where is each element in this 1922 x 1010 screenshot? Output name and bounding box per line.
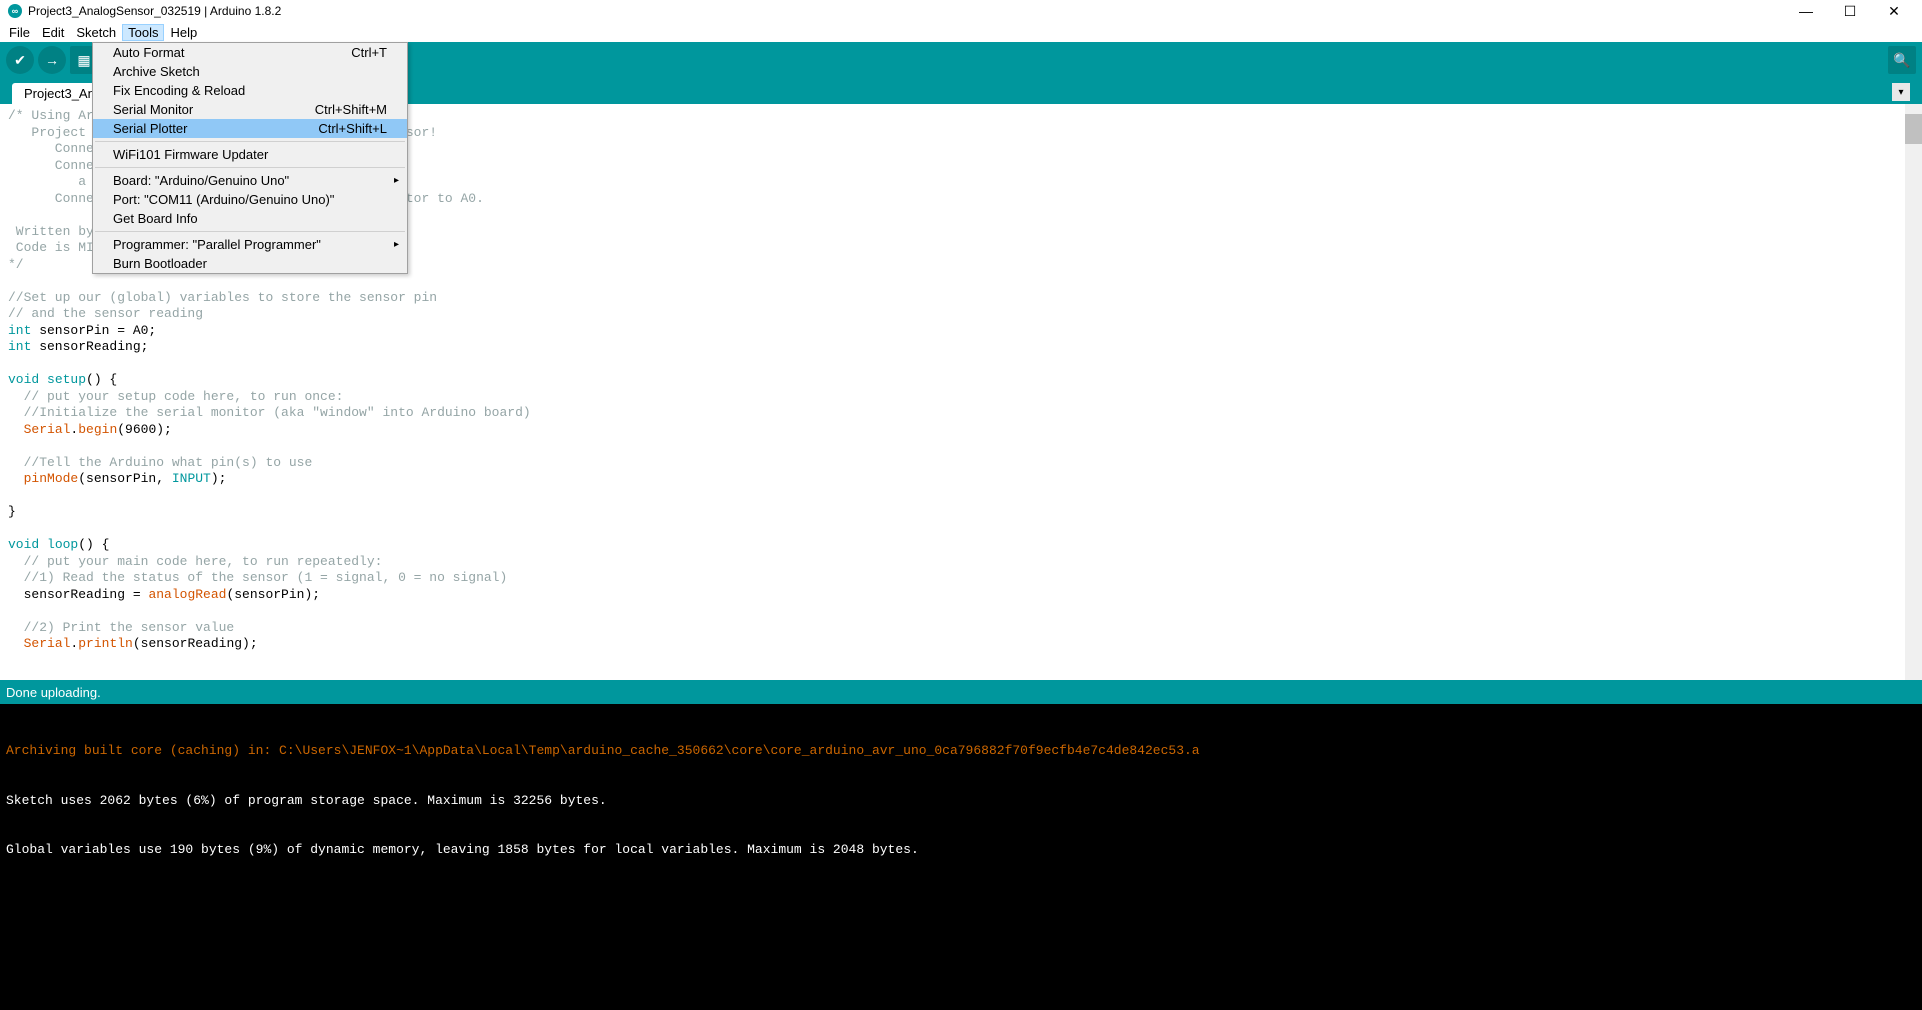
menu-item-shortcut: Ctrl+Shift+M [315, 102, 387, 117]
code-line [8, 356, 1914, 373]
editor-scrollbar[interactable] [1905, 104, 1922, 680]
menu-tools[interactable]: Tools [122, 24, 164, 41]
menu-item-shortcut: Ctrl+T [351, 45, 387, 60]
minimize-button[interactable]: — [1796, 1, 1816, 21]
menu-item-board-arduino-genuino-uno[interactable]: Board: "Arduino/Genuino Uno" ▸ [93, 171, 407, 190]
menu-item-auto-format[interactable]: Auto FormatCtrl+T [93, 43, 407, 62]
titlebar: ∞ Project3_AnalogSensor_032519 | Arduino… [0, 0, 1922, 22]
menu-item-label: Get Board Info [113, 211, 387, 226]
editor-scrollthumb[interactable] [1905, 114, 1922, 144]
menu-sketch[interactable]: Sketch [70, 24, 122, 41]
code-line: Serial.begin(9600); [8, 422, 1914, 439]
code-line: //Tell the Arduino what pin(s) to use [8, 455, 1914, 472]
statusbar: Done uploading. [0, 680, 1922, 704]
menu-edit[interactable]: Edit [36, 24, 70, 41]
code-line [8, 273, 1914, 290]
submenu-arrow-icon: ▸ [394, 239, 399, 250]
menu-item-label: WiFi101 Firmware Updater [113, 147, 387, 162]
menu-item-archive-sketch[interactable]: Archive Sketch [93, 62, 407, 81]
code-line: sensorReading = analogRead(sensorPin); [8, 587, 1914, 604]
menu-help[interactable]: Help [164, 24, 203, 41]
code-line: int sensorPin = A0; [8, 323, 1914, 340]
console-line: Archiving built core (caching) in: C:\Us… [6, 743, 1916, 760]
window-controls: — ☐ ✕ [1796, 1, 1914, 21]
menu-separator [95, 167, 405, 168]
menu-item-label: Burn Bootloader [113, 256, 387, 271]
console-line: Sketch uses 2062 bytes (6%) of program s… [6, 793, 1916, 810]
menu-item-label: Serial Monitor [113, 102, 315, 117]
code-line: //1) Read the status of the sensor (1 = … [8, 570, 1914, 587]
code-line: void setup() { [8, 372, 1914, 389]
menubar: File Edit Sketch Tools Help [0, 22, 1922, 42]
menu-item-shortcut: Ctrl+Shift+L [318, 121, 387, 136]
code-line [8, 488, 1914, 505]
code-line: // and the sensor reading [8, 306, 1914, 323]
menu-item-get-board-info[interactable]: Get Board Info [93, 209, 407, 228]
console-line: Global variables use 190 bytes (9%) of d… [6, 842, 1916, 859]
menu-item-label: Archive Sketch [113, 64, 387, 79]
menu-item-label: Programmer: "Parallel Programmer" [113, 237, 387, 252]
upload-button[interactable]: → [38, 46, 66, 74]
menu-item-label: Fix Encoding & Reload [113, 83, 387, 98]
code-line: Serial.println(sensorReading); [8, 636, 1914, 653]
code-line: //Initialize the serial monitor (aka "wi… [8, 405, 1914, 422]
menu-separator [95, 231, 405, 232]
code-line: pinMode(sensorPin, INPUT); [8, 471, 1914, 488]
verify-button[interactable]: ✔ [6, 46, 34, 74]
close-button[interactable]: ✕ [1884, 1, 1904, 21]
console[interactable]: Archiving built core (caching) in: C:\Us… [0, 704, 1922, 1010]
status-text: Done uploading. [6, 685, 101, 700]
code-line [8, 521, 1914, 538]
code-line [8, 438, 1914, 455]
code-line: // put your main code here, to run repea… [8, 554, 1914, 571]
menu-item-fix-encoding-reload[interactable]: Fix Encoding & Reload [93, 81, 407, 100]
tab-menu-button[interactable]: ▾ [1892, 83, 1910, 101]
serial-monitor-button[interactable]: 🔍 [1888, 46, 1916, 74]
maximize-button[interactable]: ☐ [1840, 1, 1860, 21]
menu-item-port-com11-arduino-genuino-uno[interactable]: Port: "COM11 (Arduino/Genuino Uno)" [93, 190, 407, 209]
app-icon: ∞ [8, 4, 22, 18]
menu-item-wifi101-firmware-updater[interactable]: WiFi101 Firmware Updater [93, 145, 407, 164]
tools-menu-dropdown: Auto FormatCtrl+T Archive Sketch Fix Encod… [92, 42, 408, 274]
window-title: Project3_AnalogSensor_032519 | Arduino 1… [28, 4, 1796, 18]
code-line: } [8, 504, 1914, 521]
menu-file[interactable]: File [3, 24, 36, 41]
menu-item-burn-bootloader[interactable]: Burn Bootloader [93, 254, 407, 273]
menu-item-label: Auto Format [113, 45, 351, 60]
menu-item-serial-plotter[interactable]: Serial PlotterCtrl+Shift+L [93, 119, 407, 138]
code-line [8, 603, 1914, 620]
code-line: //2) Print the sensor value [8, 620, 1914, 637]
submenu-arrow-icon: ▸ [394, 175, 399, 186]
menu-item-serial-monitor[interactable]: Serial MonitorCtrl+Shift+M [93, 100, 407, 119]
code-line: int sensorReading; [8, 339, 1914, 356]
menu-item-label: Board: "Arduino/Genuino Uno" [113, 173, 387, 188]
menu-item-label: Port: "COM11 (Arduino/Genuino Uno)" [113, 192, 387, 207]
menu-item-label: Serial Plotter [113, 121, 318, 136]
code-line: void loop() { [8, 537, 1914, 554]
menu-separator [95, 141, 405, 142]
code-line: // put your setup code here, to run once… [8, 389, 1914, 406]
code-line: //Set up our (global) variables to store… [8, 290, 1914, 307]
menu-item-programmer-parallel-programmer[interactable]: Programmer: "Parallel Programmer" ▸ [93, 235, 407, 254]
